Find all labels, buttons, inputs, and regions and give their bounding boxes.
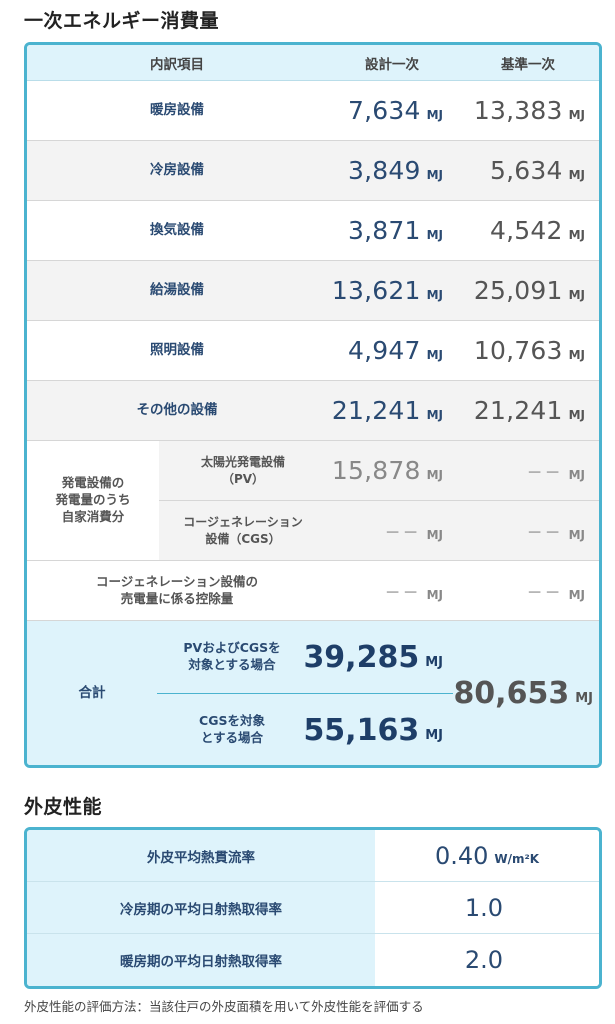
standard-value: 5,634 bbox=[490, 156, 563, 185]
envelope-note: 外皮性能の評価方法：当該住戸の外皮面積を用いて外皮性能を評価する bbox=[24, 999, 424, 1014]
table-row-cgs-deduction: コージェネレーション設備の 売電量に係る控除量 －－ MJ －－ MJ bbox=[27, 561, 599, 621]
design-value: 7,634 bbox=[348, 96, 421, 125]
table-row: 暖房設備 7,634 MJ 13,383 MJ bbox=[27, 81, 599, 141]
unit-label: MJ bbox=[426, 467, 443, 482]
unit-label: MJ bbox=[426, 167, 443, 182]
energy-table: 内訳項目 設計一次 基準一次 暖房設備 7,634 MJ 13,383 MJ 冷房設… bbox=[24, 42, 602, 768]
unit-label: MJ bbox=[575, 690, 593, 706]
total-case1-label: PVおよびCGSを 対象とする場合 bbox=[183, 640, 281, 672]
unit-label: MJ bbox=[426, 347, 443, 362]
table-row: 給湯設備 13,621 MJ 25,091 MJ bbox=[27, 261, 599, 321]
unit-label: MJ bbox=[568, 107, 585, 122]
total-label: 合計 bbox=[78, 684, 106, 701]
energy-section-title: 一次エネルギー消費量 bbox=[24, 10, 220, 32]
row-label: 冷房設備 bbox=[150, 162, 204, 179]
total-divider bbox=[157, 693, 453, 694]
table-row: 外皮平均熱貫流率 0.40 W/m²K bbox=[27, 830, 599, 882]
envelope-label: 暖房期の平均日射熱取得率 bbox=[27, 934, 375, 986]
cgs-deduction-design-value: －－ bbox=[384, 582, 421, 602]
envelope-label: 冷房期の平均日射熱取得率 bbox=[27, 882, 375, 933]
standard-value: 13,383 bbox=[473, 96, 563, 125]
design-value: 21,241 bbox=[331, 396, 421, 425]
unit-label: MJ bbox=[568, 167, 585, 182]
pv-label: 太陽光発電設備 （PV） bbox=[200, 455, 285, 486]
row-label: 照明設備 bbox=[150, 342, 204, 359]
unit-label: MJ bbox=[425, 654, 443, 670]
row-label: 給湯設備 bbox=[150, 282, 204, 299]
table-row-cgs: コージェネレーション 設備（CGS） －－ MJ －－ MJ bbox=[159, 501, 599, 561]
generation-group-label: 発電設備の 発電量のうち 自家消費分 bbox=[55, 475, 131, 524]
row-label: 暖房設備 bbox=[150, 102, 204, 119]
standard-value: 4,542 bbox=[490, 216, 563, 245]
design-value: 13,621 bbox=[331, 276, 421, 305]
design-value: 4,947 bbox=[348, 336, 421, 365]
unit-label: MJ bbox=[568, 347, 585, 362]
table-row: 冷房期の平均日射熱取得率 1.0 bbox=[27, 882, 599, 934]
unit-label: MJ bbox=[568, 467, 585, 482]
pv-design-value: 15,878 bbox=[331, 456, 421, 485]
table-row-pv: 太陽光発電設備 （PV） 15,878 MJ －－ MJ bbox=[159, 441, 599, 501]
cgs-deduction-standard-value: －－ bbox=[526, 582, 563, 602]
pv-standard-value: －－ bbox=[526, 462, 563, 482]
cgs-label: コージェネレーション 設備（CGS） bbox=[183, 515, 303, 546]
unit-label: MJ bbox=[426, 227, 443, 242]
unit-label: MJ bbox=[426, 527, 443, 542]
standard-value: 25,091 bbox=[473, 276, 563, 305]
unit-label: MJ bbox=[568, 587, 585, 602]
row-label: 換気設備 bbox=[150, 222, 204, 239]
total-block: 合計 PVおよびCGSを 対象とする場合 39,285 MJ CGSを対象 とする… bbox=[27, 621, 599, 765]
unit-label: MJ bbox=[426, 107, 443, 122]
envelope-value: 0.40 bbox=[434, 841, 489, 870]
cgs-standard-value: －－ bbox=[526, 522, 563, 542]
cgs-deduction-label: コージェネレーション設備の 売電量に係る控除量 bbox=[95, 573, 258, 606]
unit-label: MJ bbox=[425, 727, 443, 743]
unit-label: MJ bbox=[426, 587, 443, 602]
unit-label: MJ bbox=[568, 227, 585, 242]
unit-label: MJ bbox=[568, 527, 585, 542]
total-case1-value: 39,285 bbox=[303, 639, 420, 675]
table-row: 冷房設備 3,849 MJ 5,634 MJ bbox=[27, 141, 599, 201]
total-case2-value: 55,163 bbox=[303, 712, 420, 748]
table-row: 換気設備 3,871 MJ 4,542 MJ bbox=[27, 201, 599, 261]
total-standard-value: 80,653 bbox=[453, 675, 570, 711]
standard-value: 21,241 bbox=[473, 396, 563, 425]
energy-table-header: 内訳項目 設計一次 基準一次 bbox=[27, 45, 599, 81]
envelope-table: 外皮平均熱貫流率 0.40 W/m²K 冷房期の平均日射熱取得率 1.0 暖房期の… bbox=[24, 827, 602, 989]
header-standard: 基準一次 bbox=[501, 56, 555, 73]
envelope-unit: W/m²K bbox=[494, 851, 540, 866]
envelope-label: 外皮平均熱貫流率 bbox=[27, 830, 375, 881]
row-label: その他の設備 bbox=[136, 402, 218, 419]
unit-label: MJ bbox=[426, 287, 443, 302]
header-item: 内訳項目 bbox=[150, 56, 204, 73]
standard-value: 10,763 bbox=[473, 336, 563, 365]
table-row: 暖房期の平均日射熱取得率 2.0 bbox=[27, 934, 599, 986]
unit-label: MJ bbox=[568, 407, 585, 422]
envelope-value: 2.0 bbox=[464, 946, 504, 974]
envelope-section-title: 外皮性能 bbox=[24, 796, 103, 818]
design-value: 3,849 bbox=[348, 156, 421, 185]
total-case2-label: CGSを対象 とする場合 bbox=[199, 713, 265, 745]
unit-label: MJ bbox=[568, 287, 585, 302]
design-value: 3,871 bbox=[348, 216, 421, 245]
cgs-design-value: －－ bbox=[384, 522, 421, 542]
unit-label: MJ bbox=[426, 407, 443, 422]
header-design: 設計一次 bbox=[365, 56, 419, 73]
table-row: 照明設備 4,947 MJ 10,763 MJ bbox=[27, 321, 599, 381]
table-row: その他の設備 21,241 MJ 21,241 MJ bbox=[27, 381, 599, 441]
envelope-value: 1.0 bbox=[464, 893, 504, 922]
